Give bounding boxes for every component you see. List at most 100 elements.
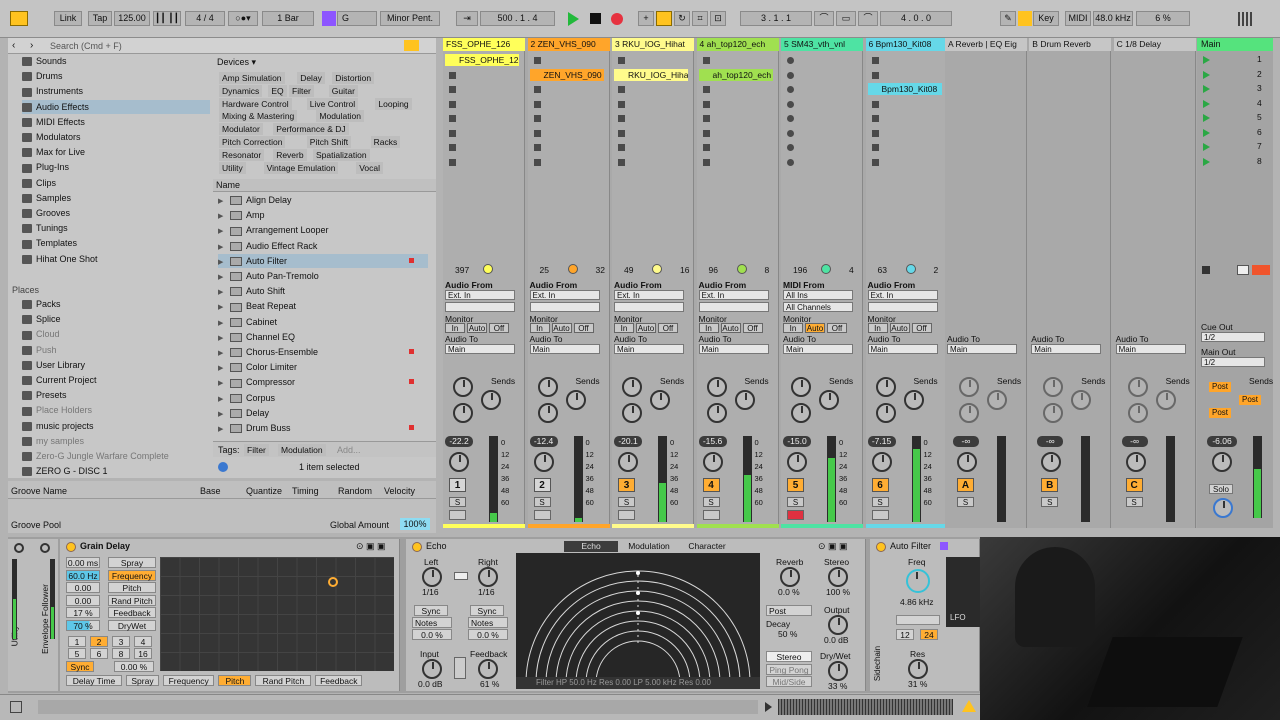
grain-param-value[interactable]: 70 % bbox=[66, 619, 100, 631]
track-input-channel-select[interactable] bbox=[445, 302, 515, 312]
device-tag[interactable]: Vocal bbox=[356, 161, 383, 174]
track-input-select[interactable]: Ext. In bbox=[867, 290, 938, 300]
grain-delay-division-button[interactable]: 16 bbox=[134, 648, 152, 659]
grain-sync-button[interactable]: Sync bbox=[66, 661, 94, 672]
expand-arrow-icon[interactable]: ▶ bbox=[218, 317, 230, 331]
device-list-item[interactable]: ▶ Auto Shift bbox=[218, 284, 428, 298]
return-track-header[interactable]: B Drum Reverb bbox=[1029, 38, 1112, 51]
echo-feedback-knob[interactable] bbox=[478, 659, 498, 679]
expand-arrow-icon[interactable]: ▶ bbox=[218, 377, 230, 391]
monitor-auto-button[interactable]: Auto bbox=[720, 323, 741, 333]
grain-param-label[interactable]: Spray bbox=[108, 557, 156, 568]
clip-slot-filled[interactable]: ZEN_VHS_090 bbox=[529, 68, 604, 81]
track-arm-button-icon[interactable] bbox=[618, 510, 635, 520]
scale-select[interactable]: Minor Pent. bbox=[380, 11, 440, 26]
browser-category-4[interactable]: MIDI Effects bbox=[22, 115, 210, 129]
return-solo-button[interactable]: S bbox=[1125, 497, 1143, 507]
echo-power-icon[interactable] bbox=[412, 542, 422, 552]
return-pan-knob[interactable] bbox=[957, 452, 977, 472]
monitor-auto-button[interactable]: Auto bbox=[551, 323, 572, 333]
echo-mode-button[interactable]: Mid/Side bbox=[766, 676, 812, 687]
browser-category-6[interactable]: Max for Live bbox=[22, 145, 210, 159]
grain-delay-division-button[interactable]: 5 bbox=[68, 648, 86, 659]
track-arm-button-icon[interactable] bbox=[449, 510, 466, 520]
send-b-knob[interactable] bbox=[903, 390, 924, 410]
clip-stop-button-icon[interactable] bbox=[871, 158, 879, 166]
send-c-knob[interactable] bbox=[622, 403, 642, 423]
track-pan-knob[interactable] bbox=[871, 452, 892, 472]
echo-mode-button[interactable]: Ping Pong bbox=[766, 663, 812, 675]
expand-arrow-icon[interactable]: ▶ bbox=[218, 301, 230, 315]
key-map-icon[interactable] bbox=[1018, 11, 1032, 26]
browser-place-2[interactable]: Cloud bbox=[22, 327, 210, 341]
browser-category-8[interactable]: Clips bbox=[22, 176, 210, 190]
return-solo-button[interactable]: S bbox=[957, 497, 974, 507]
track-input-channel-select[interactable] bbox=[614, 302, 684, 312]
browser-place-5[interactable]: Current Project bbox=[22, 373, 210, 387]
scene-launch-icon[interactable] bbox=[1203, 143, 1210, 151]
device-tag[interactable]: Live Control bbox=[306, 97, 359, 110]
track-arm-button-icon[interactable] bbox=[533, 510, 551, 520]
loop-icon[interactable]: ↻ bbox=[674, 11, 690, 26]
echo-filter-bar[interactable]: Filter HP 50.0 Hz Res 0.00 LP 5.00 kHz R… bbox=[516, 677, 760, 689]
device-tag[interactable]: Racks bbox=[370, 136, 401, 148]
clip-stop-button-icon[interactable] bbox=[533, 57, 541, 64]
auto-filter-power-icon[interactable] bbox=[876, 542, 886, 552]
device-tag[interactable]: Modulation bbox=[316, 110, 364, 123]
echo-mode-button[interactable]: Stereo bbox=[766, 651, 812, 662]
envelope-follower-toggle-icon[interactable] bbox=[40, 543, 50, 553]
echo-tab[interactable]: Character bbox=[680, 541, 734, 552]
echo-input-knob[interactable] bbox=[422, 659, 442, 679]
expand-arrow-icon[interactable]: ▶ bbox=[218, 332, 230, 346]
clip-stop-button-icon[interactable] bbox=[449, 115, 456, 122]
auto-filter-freq-knob[interactable] bbox=[906, 569, 930, 593]
device-tag[interactable]: Hardware Control bbox=[219, 97, 292, 110]
browser-place-8[interactable]: music projects bbox=[22, 419, 210, 433]
browser-place-0[interactable]: Packs bbox=[22, 297, 210, 311]
search-input[interactable]: Search (Cmd + F) bbox=[50, 41, 122, 51]
browser-category-0[interactable]: Sounds bbox=[22, 54, 210, 68]
clip-stop-button-icon[interactable] bbox=[787, 57, 794, 64]
overdub-icon[interactable]: + bbox=[638, 11, 654, 26]
grain-axis-select[interactable]: Delay Time bbox=[66, 675, 122, 686]
track-activator-button[interactable]: 2 bbox=[533, 478, 551, 492]
track-solo-button[interactable]: S bbox=[871, 497, 889, 507]
grain-delay-division-button[interactable]: 1 bbox=[68, 636, 86, 647]
monitor-in-button[interactable]: In bbox=[867, 323, 888, 333]
echo-reverb-knob[interactable] bbox=[780, 567, 800, 587]
track-input-channel-select[interactable] bbox=[867, 302, 938, 312]
device-list-item[interactable]: ▶ Color Limiter bbox=[218, 360, 428, 374]
grain-param-label[interactable]: DryWet bbox=[108, 619, 156, 631]
loop-length-field[interactable]: 4 . 0 . 0 bbox=[880, 11, 952, 26]
expand-arrow-icon[interactable]: ▶ bbox=[218, 256, 230, 270]
follow-icon[interactable]: ⇥ bbox=[456, 11, 478, 26]
track-solo-button[interactable]: S bbox=[787, 497, 804, 507]
return-track-header[interactable]: A Reverb | EQ Eig bbox=[945, 38, 1027, 51]
echo-left-offset[interactable]: 0.0 % bbox=[412, 629, 452, 640]
echo-right-mode[interactable]: Notes bbox=[468, 617, 508, 628]
track-activator-button[interactable]: 4 bbox=[702, 478, 720, 492]
clip-stop-button-icon[interactable] bbox=[533, 86, 541, 93]
expand-arrow-icon[interactable]: ▶ bbox=[218, 271, 230, 285]
device-list-item[interactable]: ▶ Arrangement Looper bbox=[218, 223, 428, 237]
device-list-item[interactable]: ▶ Amp bbox=[218, 208, 428, 222]
hotswap-icon[interactable] bbox=[404, 40, 419, 51]
return-pan-knob[interactable] bbox=[1125, 452, 1146, 472]
send-c-knob[interactable] bbox=[706, 403, 727, 423]
track-activator-button[interactable]: 1 bbox=[449, 478, 466, 492]
track-header[interactable]: FSS_OPHE_126 bbox=[443, 38, 525, 51]
master-track-header[interactable]: Main bbox=[1197, 38, 1273, 51]
monitor-off-button[interactable]: Off bbox=[489, 323, 509, 333]
return-b-post-button[interactable]: Post bbox=[1239, 395, 1261, 405]
tempo-field[interactable]: 125.00 bbox=[114, 11, 150, 26]
device-tag[interactable]: Vintage Emulation bbox=[263, 161, 339, 174]
clip-slot-filled[interactable]: FSS_OPHE_126 bbox=[445, 54, 519, 66]
device-list-item[interactable]: ▶ Drum Buss bbox=[218, 421, 428, 435]
device-list-item[interactable]: ▶ Cabinet bbox=[218, 315, 428, 329]
warning-icon[interactable] bbox=[962, 700, 976, 712]
main-out-select[interactable]: 1/2 bbox=[1201, 357, 1265, 367]
echo-window-icons[interactable]: ⊙ ▣ ▣ bbox=[818, 541, 848, 552]
nudge-icon[interactable]: ┃┃ ┃┃ bbox=[153, 11, 181, 26]
track-input-channel-select[interactable] bbox=[698, 302, 769, 312]
track-pan-knob[interactable] bbox=[618, 452, 638, 472]
